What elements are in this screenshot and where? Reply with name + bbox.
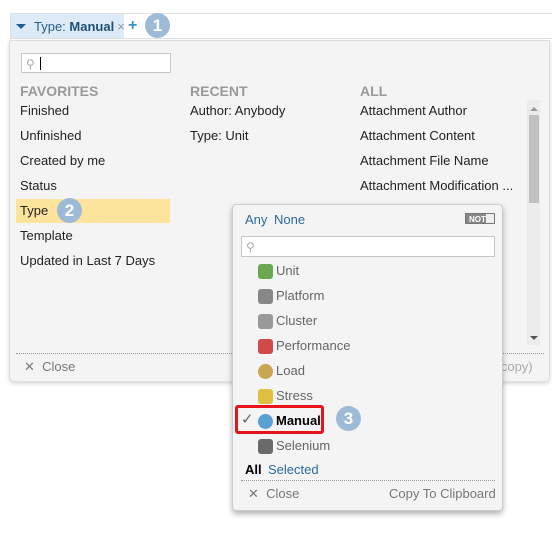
show-selected-tab[interactable]: Selected: [268, 462, 319, 477]
option-platform[interactable]: Platform: [258, 283, 350, 308]
favorite-item[interactable]: Finished: [20, 98, 155, 123]
close-label: Close: [266, 486, 300, 501]
option-unit[interactable]: Unit: [258, 258, 350, 283]
favorites-heading: FAVORITES: [20, 83, 99, 99]
favorite-item-type[interactable]: Type: [20, 198, 155, 223]
favorite-item[interactable]: Created by me: [20, 148, 155, 173]
all-item[interactable]: Attachment Author: [360, 98, 522, 123]
stress-icon: [258, 389, 273, 405]
option-load[interactable]: Load: [258, 358, 350, 383]
filter-chip-type[interactable]: Type: Manual ×: [30, 14, 125, 38]
search-icon: ⚲: [246, 240, 255, 254]
option-label: Platform: [276, 288, 325, 303]
popup-close-button[interactable]: ✕ Close: [248, 486, 299, 502]
filter-toggle-button[interactable]: [11, 14, 31, 38]
option-selenium[interactable]: Selenium: [258, 433, 350, 458]
not-toggle[interactable]: NOT: [465, 213, 495, 224]
option-performance[interactable]: Performance: [258, 333, 350, 358]
scroll-down-icon[interactable]: [530, 336, 538, 340]
all-item[interactable]: Attachment Content: [360, 123, 522, 148]
chip-remove-icon[interactable]: ×: [117, 19, 125, 34]
none-link[interactable]: None: [274, 212, 305, 227]
chip-value: Manual: [69, 19, 115, 34]
favorite-item[interactable]: Unfinished: [20, 123, 155, 148]
scrollbar-thumb[interactable]: [529, 115, 539, 203]
chart-icon: [258, 339, 273, 355]
selenium-icon: [258, 439, 273, 455]
text-cursor: [40, 57, 41, 70]
any-link[interactable]: Any: [245, 212, 267, 227]
show-all-tab[interactable]: All: [245, 462, 262, 477]
option-label: Selenium: [276, 438, 331, 453]
close-label: Close: [42, 359, 76, 374]
panel-search-input[interactable]: ⚲: [21, 53, 171, 73]
chip-key: Type:: [34, 19, 66, 34]
search-icon: ⚲: [26, 57, 35, 71]
popup-divider: [241, 480, 495, 481]
recent-heading: RECENT: [190, 83, 248, 99]
scroll-up-icon[interactable]: [530, 107, 538, 111]
popup-search-input[interactable]: ⚲: [241, 236, 495, 257]
option-label: Load: [276, 363, 305, 378]
option-label: Performance: [276, 338, 351, 353]
all-heading: ALL: [360, 83, 388, 99]
manual-highlight-box: [235, 405, 324, 434]
option-label: Unit: [276, 263, 300, 278]
all-item[interactable]: Attachment File Name: [360, 148, 522, 173]
step-badge-3: 3: [336, 406, 361, 431]
step-badge-2: 2: [57, 198, 82, 223]
favorite-item[interactable]: Status: [20, 173, 155, 198]
all-item[interactable]: Attachment Modification ...: [360, 173, 522, 198]
add-filter-button[interactable]: +: [128, 17, 137, 35]
favorite-item[interactable]: Updated in Last 7 Days: [20, 248, 155, 273]
server-cluster-icon: [258, 314, 273, 330]
close-icon: ✕: [248, 486, 259, 501]
panel-close-button[interactable]: ✕ Close: [24, 359, 75, 375]
gear-check-icon: [258, 264, 273, 280]
favorite-item[interactable]: Template: [20, 223, 155, 248]
step-badge-1: 1: [145, 13, 170, 38]
copy-to-clipboard-button[interactable]: Copy To Clipboard: [389, 486, 496, 501]
recent-item[interactable]: Type: Unit: [190, 123, 285, 148]
option-cluster[interactable]: Cluster: [258, 308, 350, 333]
option-label: Stress: [276, 388, 313, 403]
close-icon: ✕: [24, 359, 35, 374]
server-hazard-icon: [258, 289, 273, 305]
recent-item[interactable]: Author: Anybody: [190, 98, 285, 123]
clock-icon: [258, 364, 273, 380]
option-label: Cluster: [276, 313, 318, 328]
